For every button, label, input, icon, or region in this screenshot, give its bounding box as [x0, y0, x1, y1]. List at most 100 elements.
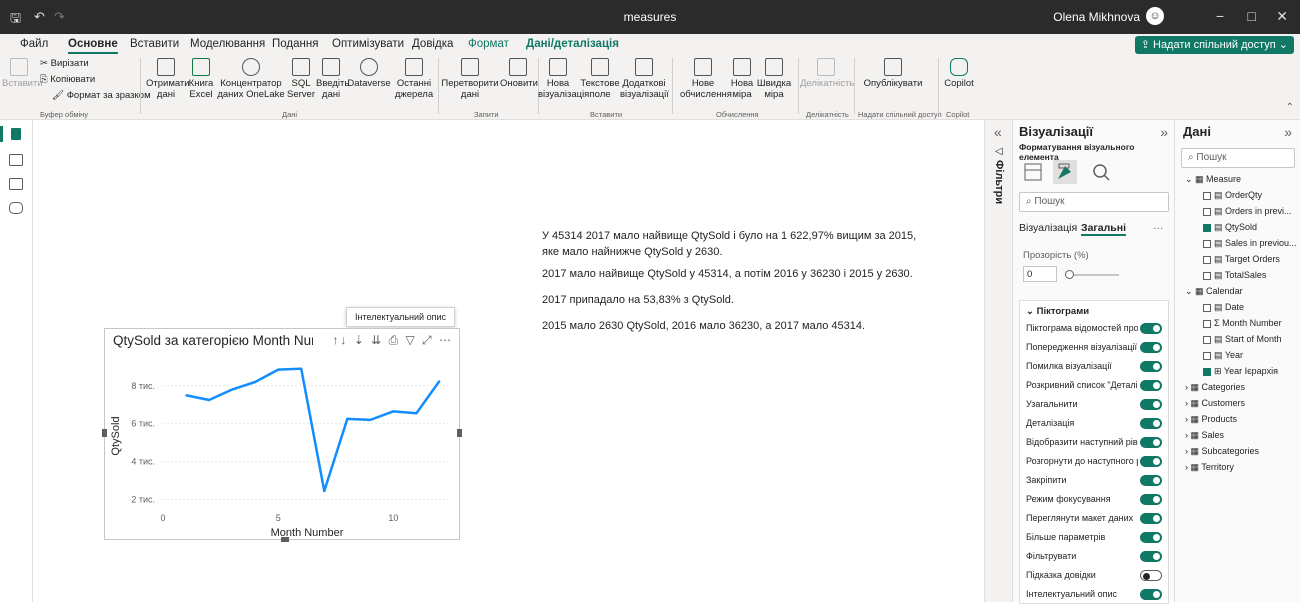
- collapse-data-icon[interactable]: »: [1284, 124, 1292, 140]
- icons-section-header[interactable]: ⌄ Піктограми: [1026, 306, 1089, 317]
- new-visual-button[interactable]: Нова візуалізація: [538, 58, 589, 100]
- transparency-input[interactable]: 0: [1023, 266, 1057, 282]
- field-item[interactable]: ⊞ Year Ієрархія: [1203, 366, 1299, 377]
- table-node[interactable]: › ▦ Subcategories: [1185, 446, 1295, 457]
- tab-file[interactable]: Файл: [20, 38, 48, 50]
- toggle-switch[interactable]: [1140, 437, 1162, 448]
- new-measure-button[interactable]: Нове обчислення: [680, 58, 732, 100]
- field-item[interactable]: ▤ Year: [1203, 350, 1299, 361]
- table-node[interactable]: ⌄ ▦ Calendar: [1185, 286, 1295, 297]
- format-visual-button[interactable]: [1053, 160, 1077, 184]
- avatar[interactable]: ☺: [1146, 7, 1164, 25]
- checkbox[interactable]: [1203, 303, 1211, 312]
- refresh-button[interactable]: Оновити: [500, 58, 538, 89]
- report-view-icon[interactable]: [11, 128, 21, 140]
- smart-narrative-p3[interactable]: 2017 припадало на 53,83% з QtySold.: [542, 292, 922, 308]
- user-name[interactable]: Olena Mikhnova: [1053, 10, 1140, 24]
- checkbox[interactable]: [1203, 271, 1211, 280]
- toggle-switch[interactable]: [1140, 418, 1162, 429]
- smart-narrative-p2[interactable]: 2017 мало найвище QtySold у 45314, а пот…: [542, 266, 922, 282]
- table-node[interactable]: › ▦ Categories: [1185, 382, 1295, 393]
- tab-general[interactable]: Загальні: [1081, 222, 1127, 236]
- checkbox[interactable]: [1203, 255, 1211, 264]
- table-node[interactable]: › ▦ Customers: [1185, 398, 1295, 409]
- table-node[interactable]: › ▦ Territory: [1185, 462, 1295, 473]
- onelake-button[interactable]: Концентратор даних OneLake: [216, 58, 286, 100]
- copilot-button[interactable]: Copilot: [942, 58, 976, 89]
- tab-view[interactable]: Подання: [272, 38, 318, 50]
- share-button[interactable]: ⇪ Надати спільний доступ ⌄: [1134, 36, 1294, 54]
- data-search-input[interactable]: ⌕ Пошук: [1181, 148, 1295, 168]
- new-measure-short-button[interactable]: Нова міра: [728, 58, 756, 100]
- toggle-switch[interactable]: [1140, 551, 1162, 562]
- sensitivity-button[interactable]: Делікатність: [800, 58, 854, 89]
- dataverse-button[interactable]: Dataverse: [346, 58, 392, 89]
- checkbox[interactable]: [1203, 239, 1211, 248]
- toggle-switch[interactable]: [1140, 589, 1162, 600]
- field-item[interactable]: ▤ Orders in previ...: [1203, 206, 1299, 217]
- checkbox[interactable]: [1203, 335, 1211, 344]
- checkbox[interactable]: [1203, 191, 1211, 200]
- tab-modeling[interactable]: Моделювання: [190, 38, 265, 50]
- vispane-search-input[interactable]: ⌕ Пошук: [1019, 192, 1169, 212]
- checkbox[interactable]: [1203, 351, 1211, 360]
- table-node[interactable]: › ▦ Sales: [1185, 430, 1295, 441]
- quick-measure-button[interactable]: Швидка міра: [756, 58, 792, 100]
- resize-handle[interactable]: [281, 537, 289, 542]
- maximize-button[interactable]: □: [1248, 8, 1256, 24]
- field-item[interactable]: ▤ OrderQty: [1203, 190, 1299, 201]
- tab-visual[interactable]: Візуалізація: [1019, 222, 1077, 234]
- analytics-button[interactable]: [1089, 160, 1113, 184]
- build-visual-button[interactable]: [1021, 160, 1045, 184]
- paste-button[interactable]: Вставити: [2, 58, 43, 89]
- collapse-vis-icon[interactable]: »: [1160, 124, 1168, 140]
- checkbox[interactable]: [1203, 223, 1211, 232]
- field-item[interactable]: ▤ Start of Month: [1203, 334, 1299, 345]
- dax-query-icon[interactable]: [9, 202, 23, 214]
- table-view-icon[interactable]: [9, 154, 23, 166]
- toggle-switch[interactable]: [1140, 570, 1162, 581]
- excel-button[interactable]: Книга Excel: [186, 58, 216, 100]
- model-view-icon[interactable]: [9, 178, 23, 190]
- tab-format[interactable]: Формат: [468, 38, 509, 50]
- filters-pane[interactable]: « ◁ Фільтри: [984, 120, 1012, 602]
- close-button[interactable]: ✕: [1276, 8, 1288, 25]
- toggle-switch[interactable]: [1140, 475, 1162, 486]
- tab-home[interactable]: Основне: [68, 38, 118, 54]
- toggle-switch[interactable]: [1140, 342, 1162, 353]
- field-item[interactable]: ▤ Sales in previou...: [1203, 238, 1299, 249]
- cut-button[interactable]: ✂ Вирізати: [40, 58, 89, 69]
- toggle-switch[interactable]: [1140, 399, 1162, 410]
- toggle-switch[interactable]: [1140, 323, 1162, 334]
- resize-handle[interactable]: [457, 429, 462, 437]
- line-chart-visual[interactable]: QtySold за категорією Month Number ↑↓ ⇣ …: [102, 328, 462, 542]
- text-box-button[interactable]: Текстове поле: [580, 58, 620, 100]
- resize-handle[interactable]: [102, 429, 107, 437]
- format-painter-button[interactable]: 🖌 Формат за зразком: [52, 90, 151, 101]
- slider-thumb[interactable]: [1065, 270, 1074, 279]
- toggle-switch[interactable]: [1140, 513, 1162, 524]
- field-item[interactable]: ▤ QtySold: [1203, 222, 1299, 233]
- toggle-switch[interactable]: [1140, 361, 1162, 372]
- table-node[interactable]: › ▦ Products: [1185, 414, 1295, 425]
- table-node[interactable]: ⌄ ▦ Measure: [1185, 174, 1295, 185]
- more-visuals-button[interactable]: Додаткові візуалізації: [620, 58, 669, 100]
- sql-button[interactable]: SQL Server: [286, 58, 316, 100]
- toggle-switch[interactable]: [1140, 532, 1162, 543]
- get-data-button[interactable]: Отримати дані: [146, 58, 190, 100]
- checkbox[interactable]: [1203, 367, 1211, 376]
- checkbox[interactable]: [1203, 319, 1211, 328]
- field-item[interactable]: ▤ TotalSales: [1203, 270, 1299, 281]
- toggle-switch[interactable]: [1140, 380, 1162, 391]
- field-item[interactable]: Σ Month Number: [1203, 318, 1299, 328]
- recent-sources-button[interactable]: Останні джерела: [392, 58, 436, 100]
- checkbox[interactable]: [1203, 207, 1211, 216]
- smart-narrative-p4[interactable]: 2015 мало 2630 QtySold, 2016 мало 36230,…: [542, 318, 922, 334]
- collapse-filters-icon[interactable]: «: [994, 124, 1002, 140]
- collapse-ribbon-icon[interactable]: ⌃: [1286, 102, 1294, 113]
- toggle-switch[interactable]: [1140, 494, 1162, 505]
- more-options-icon[interactable]: ···: [1153, 222, 1164, 234]
- transform-data-button[interactable]: Перетворити дані: [440, 58, 500, 100]
- tab-insert[interactable]: Вставити: [130, 38, 179, 50]
- field-item[interactable]: ▤ Target Orders: [1203, 254, 1299, 265]
